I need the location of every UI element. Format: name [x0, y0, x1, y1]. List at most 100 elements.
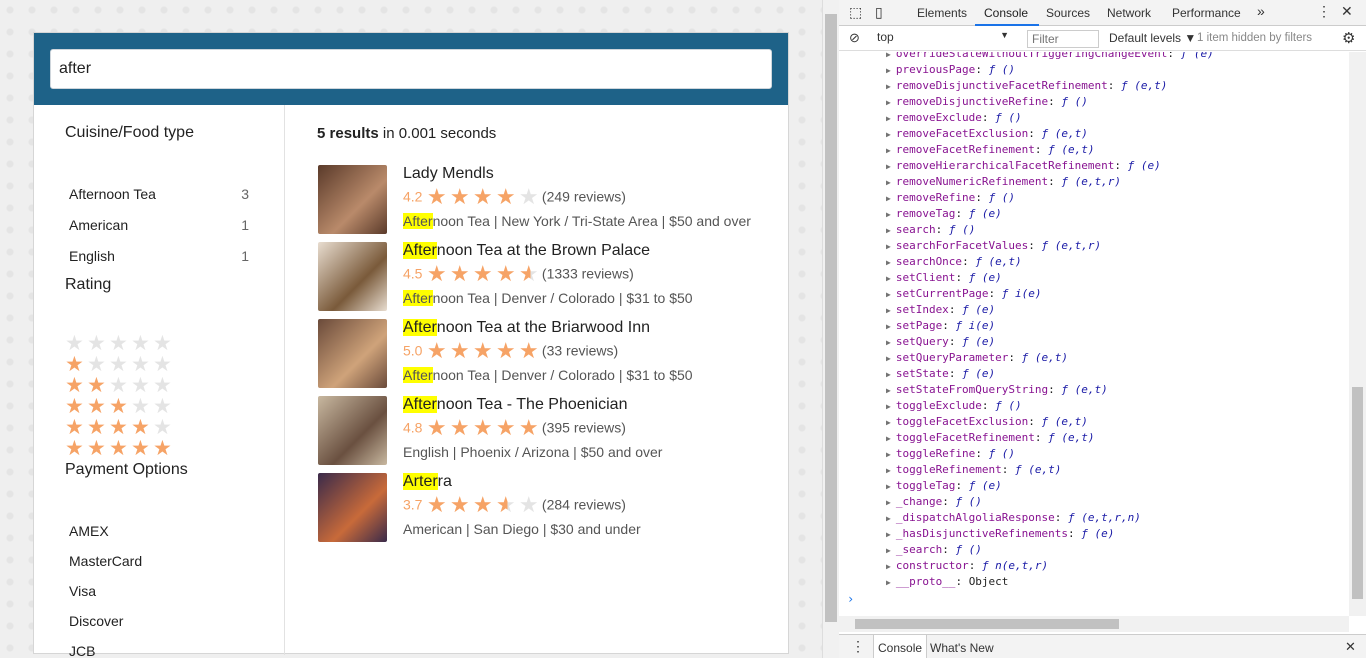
expand-triangle-icon[interactable]: ▶ [886, 226, 891, 235]
hit-item[interactable]: Afternoon Tea - The Phoenician 4.8 ★ ★ ★ ★ ★(… [317, 396, 777, 466]
console-property-line[interactable]: ▶ searchOnce: ƒ (e,t) [886, 254, 1022, 270]
console-property-line[interactable]: ▶ removeRefine: ƒ () [886, 190, 1015, 206]
console-horizontal-scrollbar[interactable] [839, 616, 1349, 632]
inspect-element-icon[interactable]: ⬚ [849, 4, 862, 21]
hit-name[interactable]: Afternoon Tea at the Briarwood Inn [403, 319, 650, 337]
console-property-line[interactable]: ▶ removeExclude: ƒ () [886, 110, 1022, 126]
expand-triangle-icon[interactable]: ▶ [886, 98, 891, 107]
console-property-line[interactable]: ▶ setState: ƒ (e) [886, 366, 995, 382]
console-property-line[interactable]: ▶ removeFacetExclusion: ƒ (e,t) [886, 126, 1088, 142]
hit-name[interactable]: Lady Mendls [403, 165, 494, 183]
close-devtools-icon[interactable]: ✕ [1341, 3, 1353, 20]
expand-triangle-icon[interactable]: ▶ [886, 546, 891, 555]
expand-triangle-icon[interactable]: ▶ [886, 322, 891, 331]
console-property-line[interactable]: ▶ toggleFacetExclusion: ƒ (e,t) [886, 414, 1088, 430]
console-property-line[interactable]: ▶ search: ƒ () [886, 222, 975, 238]
hit-item[interactable]: Arterra 3.7 ★ ★ ★ ★ ★ (284 reviews) American | … [317, 473, 777, 543]
cuisine-facet-item[interactable]: English 1 [69, 248, 249, 264]
hit-image[interactable] [318, 319, 387, 388]
payment-facet-item[interactable]: JCB [69, 643, 249, 658]
hit-name[interactable]: Afternoon Tea - The Phoenician [403, 396, 627, 414]
console-property-line[interactable]: ▶ removeFacetRefinement: ƒ (e,t) [886, 142, 1095, 158]
rating-filter-3-stars[interactable]: ★ ★ ★ ★ ★ [65, 396, 175, 417]
expand-triangle-icon[interactable]: ▶ [886, 386, 891, 395]
device-toolbar-icon[interactable]: ▯ [875, 4, 883, 21]
console-property-line[interactable]: ▶ _dispatchAlgoliaResponse: ƒ (e,t,r,n) [886, 510, 1141, 526]
tab-sources[interactable]: Sources [1046, 6, 1090, 20]
console-property-line[interactable]: ▶ toggleRefine: ƒ () [886, 446, 1015, 462]
cuisine-facet-item[interactable]: American 1 [69, 217, 249, 233]
expand-triangle-icon[interactable]: ▶ [886, 562, 891, 571]
expand-triangle-icon[interactable]: ▶ [886, 290, 891, 299]
hit-name[interactable]: Arterra [403, 473, 452, 491]
console-property-line[interactable]: ▶ removeHierarchicalFacetRefinement: ƒ (e… [886, 158, 1161, 174]
console-property-line[interactable]: ▶ removeTag: ƒ (e) [886, 206, 1002, 222]
console-property-line[interactable]: ▶ setStateFromQueryString: ƒ (e,t) [886, 382, 1108, 398]
expand-triangle-icon[interactable]: ▶ [886, 354, 891, 363]
tab-console[interactable]: Console [984, 6, 1028, 20]
page-scrollbar-thumb[interactable] [825, 14, 837, 622]
expand-triangle-icon[interactable]: ▶ [886, 66, 891, 75]
hit-item[interactable]: Afternoon Tea at the Brown Palace 4.5 ★ ★ ★… [317, 242, 777, 312]
rating-filter-2-stars[interactable]: ★ ★ ★ ★ ★ [65, 375, 175, 396]
console-settings-gear-icon[interactable]: ⚙ [1342, 29, 1355, 47]
console-property-line[interactable]: ▶ searchForFacetValues: ƒ (e,t,r) [886, 238, 1101, 254]
clear-console-icon[interactable]: ⊘ [849, 30, 860, 46]
tab-elements[interactable]: Elements [917, 6, 967, 20]
expand-triangle-icon[interactable]: ▶ [886, 514, 891, 523]
rating-filter-4-stars[interactable]: ★ ★ ★ ★ ★ [65, 417, 175, 438]
expand-triangle-icon[interactable]: ▶ [886, 130, 891, 139]
hit-image[interactable] [318, 473, 387, 542]
console-property-line[interactable]: ▶ __proto__: Object [886, 574, 1008, 590]
expand-triangle-icon[interactable]: ▶ [886, 530, 891, 539]
expand-triangle-icon[interactable]: ▶ [886, 146, 891, 155]
console-property-line[interactable]: ▶ toggleExclude: ƒ () [886, 398, 1022, 414]
payment-facet-item[interactable]: AMEX [69, 523, 249, 539]
hit-image[interactable] [318, 165, 387, 234]
console-property-line[interactable]: ▶ toggleFacetRefinement: ƒ (e,t) [886, 430, 1095, 446]
hit-item[interactable]: Afternoon Tea at the Briarwood Inn 5.0 ★ ★… [317, 319, 777, 389]
rating-filter-0-stars[interactable]: ★ ★ ★ ★ ★ [65, 333, 175, 354]
hit-name[interactable]: Afternoon Tea at the Brown Palace [403, 242, 650, 260]
console-property-line[interactable]: ▶ _change: ƒ () [886, 494, 982, 510]
expand-triangle-icon[interactable]: ▶ [886, 242, 891, 251]
rating-filter-1-stars[interactable]: ★ ★ ★ ★ ★ [65, 354, 175, 375]
drawer-tab-whats-new[interactable]: What's New [930, 641, 994, 655]
drawer-menu-icon[interactable]: ⋮ [851, 638, 865, 655]
console-property-line[interactable]: ▶ setCurrentPage: ƒ i(e) [886, 286, 1042, 302]
more-tabs-icon[interactable]: » [1257, 3, 1265, 19]
console-property-line[interactable]: ▶ _search: ƒ () [886, 542, 982, 558]
console-property-line[interactable]: ▶ setQueryParameter: ƒ (e,t) [886, 350, 1068, 366]
hit-item[interactable]: Lady Mendls 4.2 ★ ★ ★ ★ ★ (249 reviews) Afterno… [317, 165, 777, 235]
console-vscroll-thumb[interactable] [1352, 387, 1363, 599]
close-drawer-icon[interactable]: ✕ [1345, 639, 1356, 655]
expand-triangle-icon[interactable]: ▶ [886, 178, 891, 187]
console-property-line[interactable]: ▶ toggleRefinement: ƒ (e,t) [886, 462, 1061, 478]
expand-triangle-icon[interactable]: ▶ [886, 114, 891, 123]
console-property-line[interactable]: ▶ overrideStateWithoutTriggeringChangeEve… [886, 52, 1214, 62]
expand-triangle-icon[interactable]: ▶ [886, 162, 891, 171]
rating-filter-5-stars[interactable]: ★ ★ ★ ★ ★ [65, 438, 175, 459]
expand-triangle-icon[interactable]: ▶ [886, 194, 891, 203]
console-vertical-scrollbar[interactable] [1349, 52, 1366, 616]
console-property-line[interactable]: ▶ removeDisjunctiveRefine: ƒ () [886, 94, 1088, 110]
hit-image[interactable] [318, 242, 387, 311]
cuisine-facet-item[interactable]: Afternoon Tea 3 [69, 186, 249, 202]
log-levels-dropdown[interactable]: Default levels ▼ [1109, 31, 1196, 45]
tab-performance[interactable]: Performance [1172, 6, 1241, 20]
expand-triangle-icon[interactable]: ▶ [886, 402, 891, 411]
console-property-line[interactable]: ▶ setIndex: ƒ (e) [886, 302, 995, 318]
console-prompt[interactable]: › [847, 592, 854, 606]
tab-network[interactable]: Network [1107, 6, 1151, 20]
customize-menu-icon[interactable]: ⋮ [1317, 3, 1331, 20]
page-scrollbar[interactable] [822, 0, 839, 658]
payment-facet-item[interactable]: MasterCard [69, 553, 249, 569]
expand-triangle-icon[interactable]: ▶ [886, 482, 891, 491]
console-property-line[interactable]: ▶ setPage: ƒ i(e) [886, 318, 995, 334]
console-property-line[interactable]: ▶ constructor: ƒ n(e,t,r) [886, 558, 1048, 574]
console-hscroll-thumb[interactable] [855, 619, 1119, 629]
console-property-line[interactable]: ▶ removeNumericRefinement: ƒ (e,t,r) [886, 174, 1121, 190]
payment-facet-item[interactable]: Visa [69, 583, 249, 599]
console-property-line[interactable]: ▶ setQuery: ƒ (e) [886, 334, 995, 350]
search-input[interactable] [50, 49, 772, 89]
